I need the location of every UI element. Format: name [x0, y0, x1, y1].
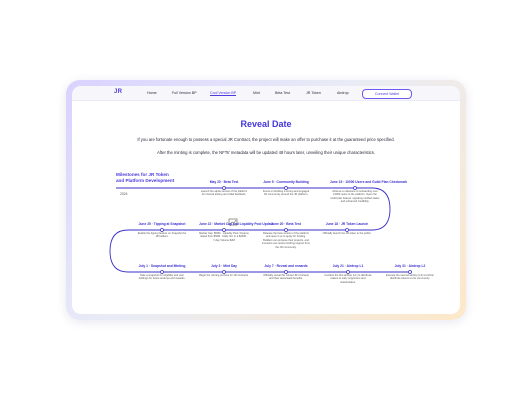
- milestone-description: Begin the minting process for JR contrac…: [199, 274, 249, 277]
- milestone-description: Achieve a milestone of onboarding over 1…: [330, 190, 380, 204]
- milestone-event: May 20 · Beta Test Launch the alpha versi…: [199, 180, 249, 197]
- milestone-description: Take a snapshot for eligibility and user…: [138, 274, 186, 281]
- milestone-event: June 18 · JR Token Launch Officially laun…: [322, 222, 372, 235]
- milestone-title: June 25 · Tipping at Snapshot: [138, 222, 186, 226]
- milestone-description: Officially launch the JR token to the pu…: [322, 232, 372, 235]
- milestone-title: June 5 · Community Building: [263, 180, 309, 184]
- milestone-description: Execute the second airdrop (L2) to furth…: [385, 274, 434, 281]
- milestone-event: July 1 · Snapshot and Minting Take a snap…: [137, 264, 187, 281]
- milestone-event: June 20 · Beta Test Release the beta vers…: [261, 222, 311, 249]
- milestone-event: June 15 · 10000 Users and Guild Plan Che…: [330, 180, 408, 204]
- milestone-title: June 18 · JR Token Launch: [325, 222, 369, 226]
- milestone-description: Release the beta version of the platform…: [261, 232, 310, 249]
- milestone-title: June 15 · 10000 Users and Guild Plan Che…: [330, 180, 408, 184]
- milestone-title: July 7 · Reveal and rewards: [264, 264, 308, 268]
- milestone-description: Enable the tipping feature on Snapshot f…: [137, 232, 187, 239]
- milestone-event: June 5 · Community Building Focus on buil…: [261, 180, 311, 197]
- milestone-event: June 25 · Tipping at Snapshot Enable the …: [137, 222, 187, 239]
- milestone-description: Market Cap: $50M · Liquidity Pool: Finan…: [199, 232, 249, 242]
- milestone-event: July 31 · Airdrop L2 Execute the second a…: [385, 264, 435, 281]
- milestone-event: June 22 · Market Cap and Liquidity Pool …: [199, 222, 274, 242]
- milestone-event: July 3 · Mint Day Begin the minting proce…: [199, 264, 249, 277]
- milestone-event: July 21 · Airdrop L1 Conduct the first ai…: [323, 264, 373, 284]
- milestone-event: July 7 · Reveal and rewards Officially re…: [261, 264, 311, 281]
- milestone-title: May 20 · Beta Test: [209, 180, 239, 184]
- milestone-title: June 20 · Beta Test: [271, 222, 301, 226]
- milestone-title: June 22 · Market Cap and Liquidity Pool …: [199, 222, 274, 226]
- milestone-description: Officially reveal the minted JR contract…: [263, 274, 309, 281]
- milestone-description: Conduct the first airdrop (L1) to distri…: [324, 274, 372, 284]
- milestone-title: July 3 · Mint Day: [210, 264, 237, 268]
- milestone-title: July 31 · Airdrop L2: [394, 264, 426, 268]
- milestone-description: Launch the alpha version of the platform…: [200, 190, 248, 197]
- milestone-title: July 21 · Airdrop L1: [332, 264, 364, 268]
- milestone-title: July 1 · Snapshot and Minting: [138, 264, 186, 268]
- milestone-description: Focus on building a strong and engaged J…: [262, 190, 310, 197]
- browser-viewport: JR Home Full Version BP Cool Version BP …: [72, 86, 460, 314]
